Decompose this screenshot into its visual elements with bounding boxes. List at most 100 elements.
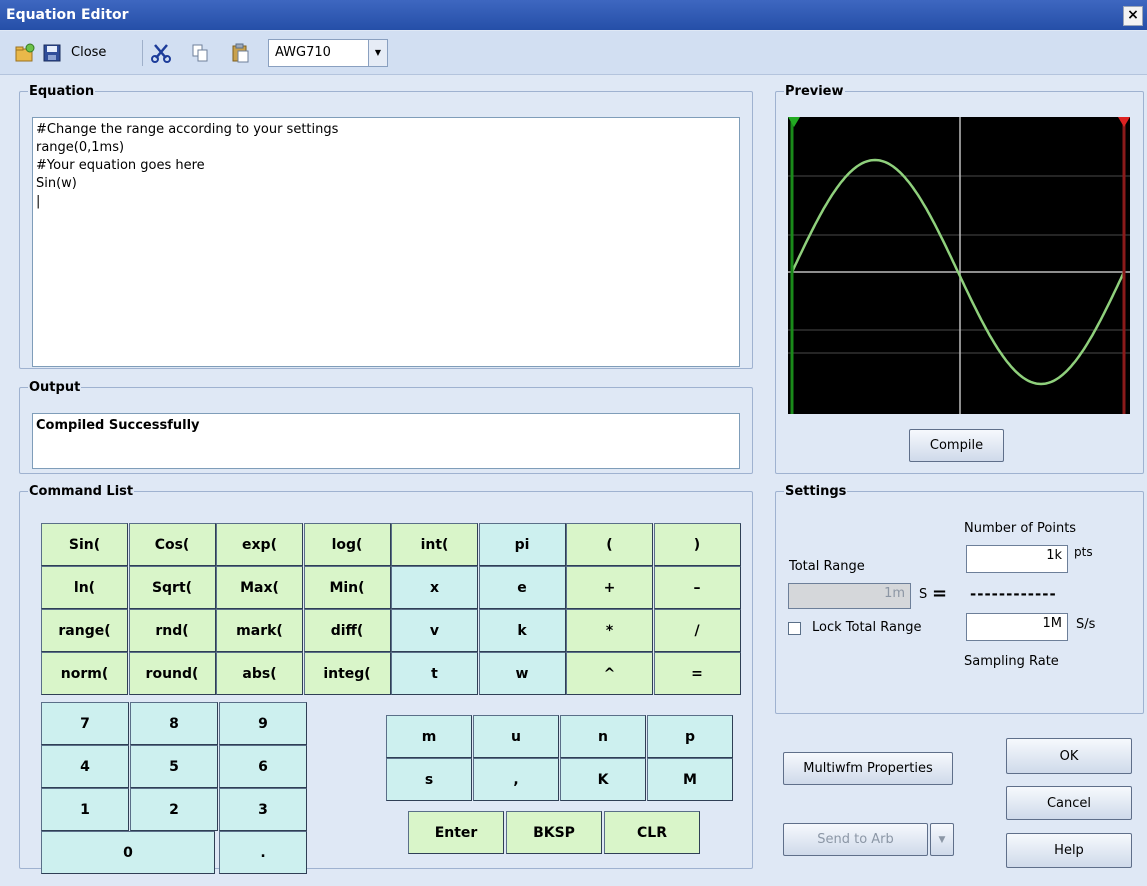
key-diff[interactable]: diff( xyxy=(303,609,391,652)
lock-total-range-label: Lock Total Range xyxy=(812,620,922,635)
key-minus[interactable]: – xyxy=(653,566,741,609)
key-unit-M-upper[interactable]: M xyxy=(647,758,733,801)
cut-icon[interactable] xyxy=(150,43,172,63)
command-list-group: Command List Sin(Cos(exp(log(int(pi() ln(… xyxy=(19,484,753,874)
toolbar: Close AWG710 ▼ xyxy=(0,31,1147,75)
paste-icon[interactable] xyxy=(230,43,250,63)
output-group: Output Compiled Successfully xyxy=(19,380,753,474)
send-to-arb-dropdown-icon: ▼ xyxy=(930,823,954,856)
start-marker-icon xyxy=(788,117,800,127)
output-legend: Output xyxy=(29,380,81,395)
key-digit-6[interactable]: 6 xyxy=(219,745,307,788)
key-digit-7[interactable]: 7 xyxy=(41,702,129,745)
key-clr[interactable]: CLR xyxy=(604,811,700,854)
key-caret[interactable]: ^ xyxy=(566,652,653,695)
compile-button[interactable]: Compile xyxy=(909,429,1004,462)
total-range-label: Total Range xyxy=(789,559,865,574)
key-max[interactable]: Max( xyxy=(216,566,303,609)
equation-group: Equation #Change the range according to … xyxy=(19,84,753,369)
points-unit: pts xyxy=(1074,545,1093,559)
key-x[interactable]: x xyxy=(391,566,478,609)
key-integ[interactable]: integ( xyxy=(303,652,391,695)
instrument-select[interactable]: AWG710 ▼ xyxy=(268,39,388,67)
settings-legend: Settings xyxy=(785,484,847,499)
key-enter[interactable]: Enter xyxy=(408,811,504,854)
waveform-preview xyxy=(788,117,1130,414)
window-title: Equation Editor xyxy=(6,7,129,23)
total-range-unit: S xyxy=(919,587,928,602)
key-digit-9[interactable]: 9 xyxy=(219,702,307,745)
key-unit-p[interactable]: p xyxy=(647,715,733,758)
key-t[interactable]: t xyxy=(391,652,478,695)
key-digit-4[interactable]: 4 xyxy=(41,745,129,788)
close-toolbar-button[interactable]: Close xyxy=(71,45,106,60)
equation-legend: Equation xyxy=(29,84,95,99)
key-cos[interactable]: Cos( xyxy=(128,523,216,566)
key-e[interactable]: e xyxy=(478,566,566,609)
key-bksp[interactable]: BKSP xyxy=(506,811,602,854)
settings-group: Settings Number of Points 1k pts Total R… xyxy=(775,484,1144,714)
key-unit-comma[interactable]: , xyxy=(473,758,559,801)
key-min[interactable]: Min( xyxy=(303,566,391,609)
key-digit-2[interactable]: 2 xyxy=(130,788,218,831)
copy-icon[interactable] xyxy=(190,43,210,63)
sampling-rate-input[interactable]: 1M xyxy=(966,613,1068,641)
key-multiply[interactable]: * xyxy=(566,609,653,652)
preview-legend: Preview xyxy=(785,84,844,99)
key-digit-8[interactable]: 8 xyxy=(130,702,218,745)
key-unit-s[interactable]: s xyxy=(386,758,472,801)
command-list-legend: Command List xyxy=(29,484,134,499)
key-digit-5[interactable]: 5 xyxy=(130,745,218,788)
sampling-rate-label: Sampling Rate xyxy=(964,654,1059,669)
cancel-button[interactable]: Cancel xyxy=(1006,786,1132,820)
end-marker-icon xyxy=(1118,117,1130,127)
key-digit-3[interactable]: 3 xyxy=(219,788,307,831)
key-dot[interactable]: . xyxy=(219,831,307,874)
chevron-down-icon[interactable]: ▼ xyxy=(368,40,387,66)
ok-button[interactable]: OK xyxy=(1006,738,1132,774)
key-digit-0[interactable]: 0 xyxy=(41,831,215,874)
key-sin[interactable]: Sin( xyxy=(41,523,128,566)
number-of-points-input[interactable]: 1k xyxy=(966,545,1068,573)
sampling-rate-unit: S/s xyxy=(1076,617,1096,632)
key-norm[interactable]: norm( xyxy=(41,652,128,695)
key-unit-K-upper[interactable]: K xyxy=(560,758,646,801)
key-close-paren[interactable]: ) xyxy=(653,523,741,566)
equals-sign: = xyxy=(932,583,948,604)
key-exp[interactable]: exp( xyxy=(216,523,303,566)
window-close-button[interactable]: × xyxy=(1123,6,1143,26)
key-w[interactable]: w xyxy=(478,652,566,695)
key-divide[interactable]: / xyxy=(653,609,741,652)
key-rnd[interactable]: rnd( xyxy=(128,609,216,652)
key-unit-n[interactable]: n xyxy=(560,715,646,758)
toolbar-separator xyxy=(142,40,143,66)
key-range[interactable]: range( xyxy=(41,609,128,652)
key-unit-m[interactable]: m xyxy=(386,715,472,758)
key-open-paren[interactable]: ( xyxy=(566,523,653,566)
equation-editor[interactable]: #Change the range according to your sett… xyxy=(32,117,740,367)
dashed-separator: ------------ xyxy=(970,585,1057,603)
key-equals[interactable]: = xyxy=(653,652,741,695)
number-of-points-label: Number of Points xyxy=(964,521,1077,536)
key-mark[interactable]: mark( xyxy=(216,609,303,652)
key-abs[interactable]: abs( xyxy=(216,652,303,695)
key-pi[interactable]: pi xyxy=(478,523,566,566)
key-plus[interactable]: + xyxy=(566,566,653,609)
key-sqrt[interactable]: Sqrt( xyxy=(128,566,216,609)
send-to-arb-button: Send to Arb xyxy=(783,823,928,856)
title-bar: Equation Editor × xyxy=(0,0,1147,30)
save-icon[interactable] xyxy=(42,43,62,63)
output-text: Compiled Successfully xyxy=(32,413,740,469)
key-digit-1[interactable]: 1 xyxy=(41,788,129,831)
lock-total-range-checkbox[interactable] xyxy=(788,622,801,635)
key-v[interactable]: v xyxy=(391,609,478,652)
key-int[interactable]: int( xyxy=(391,523,478,566)
multiwfm-properties-button[interactable]: Multiwfm Properties xyxy=(783,752,953,785)
key-k[interactable]: k xyxy=(478,609,566,652)
key-unit-u[interactable]: u xyxy=(473,715,559,758)
help-button[interactable]: Help xyxy=(1006,833,1132,868)
key-log[interactable]: log( xyxy=(303,523,391,566)
key-ln[interactable]: ln( xyxy=(41,566,128,609)
new-file-icon[interactable] xyxy=(14,43,36,63)
key-round[interactable]: round( xyxy=(128,652,216,695)
